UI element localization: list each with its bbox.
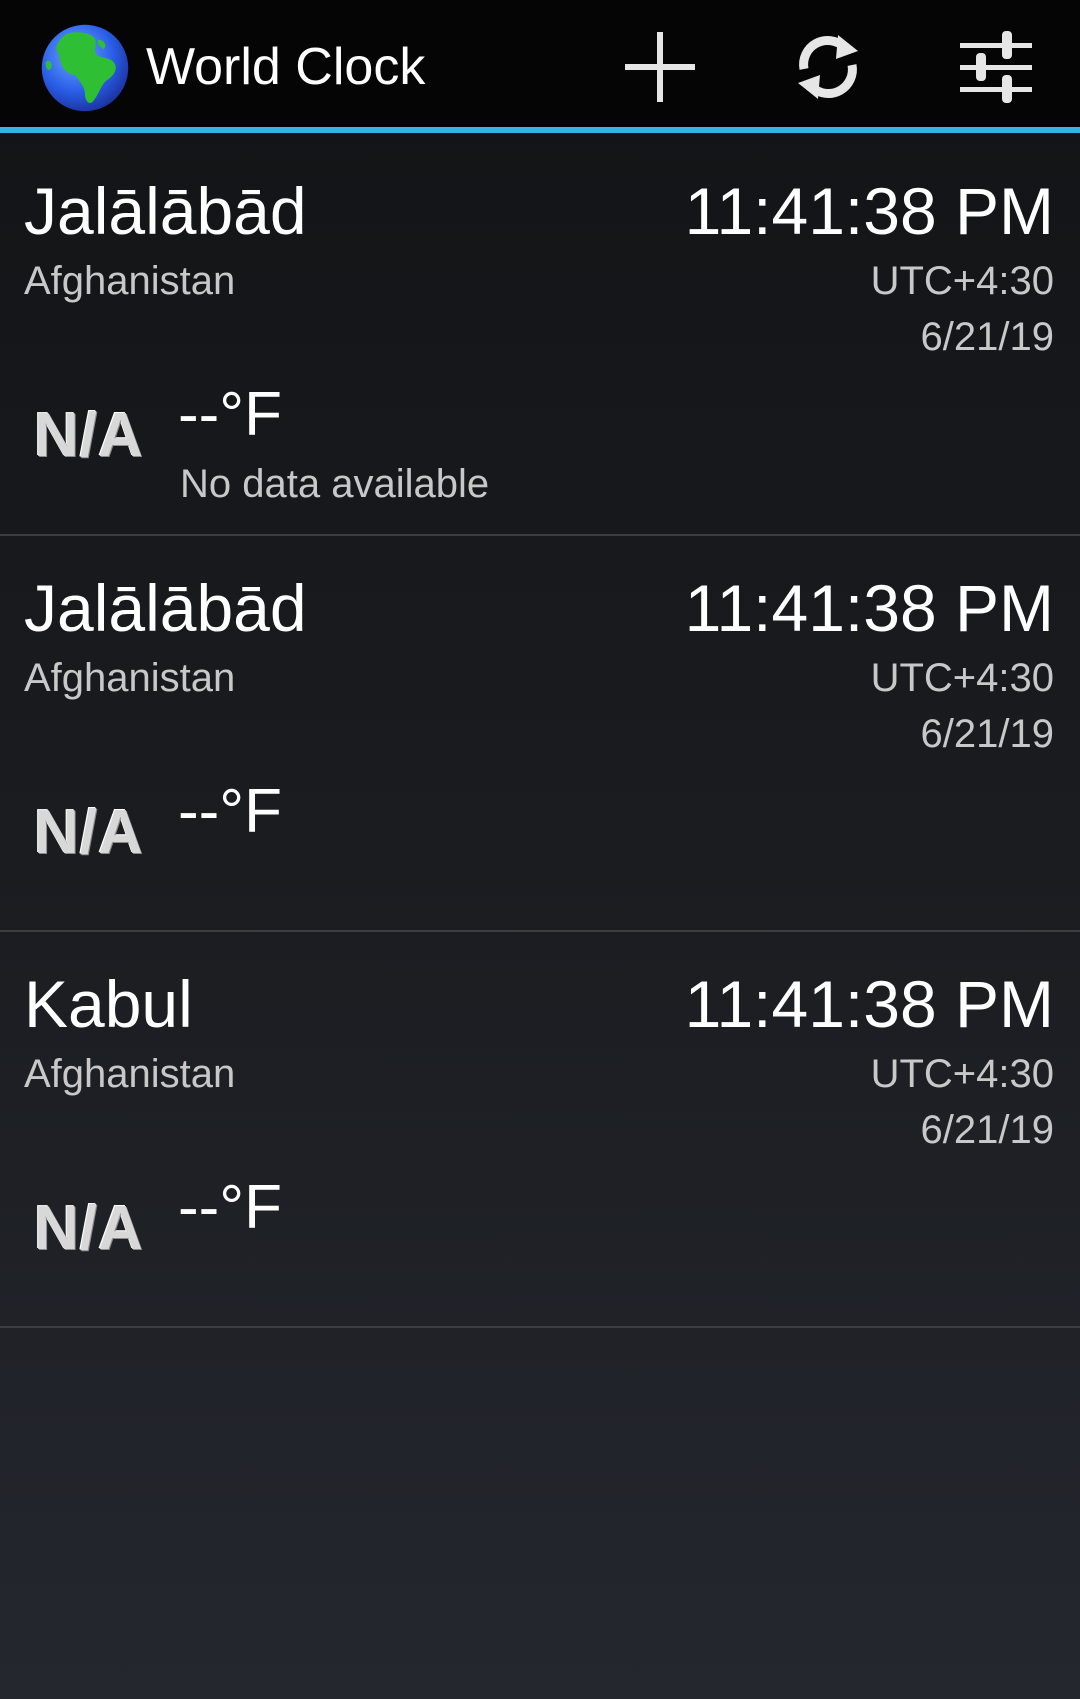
country-name: Afghanistan <box>24 259 236 303</box>
weather-unavailable-icon: N/A <box>34 401 144 470</box>
city-name: Jalālābād <box>24 571 307 645</box>
country-name: Afghanistan <box>24 1052 236 1096</box>
utc-offset: UTC+4:30 <box>870 656 1054 700</box>
clock-time: 11:41:38 PM <box>684 967 1054 1041</box>
clock-row[interactable]: Kabul Afghanistan 11:41:38 PM UTC+4:30 6… <box>0 932 1080 1328</box>
refresh-button[interactable] <box>780 22 876 112</box>
clock-row[interactable]: Jalālābād Afghanistan 11:41:38 PM UTC+4:… <box>0 139 1080 536</box>
temperature: --°F <box>178 777 282 846</box>
clock-row[interactable]: Jalālābād Afghanistan 11:41:38 PM UTC+4:… <box>0 536 1080 932</box>
utc-offset: UTC+4:30 <box>870 1052 1054 1096</box>
clock-list: Jalālābād Afghanistan 11:41:38 PM UTC+4:… <box>0 139 1080 1328</box>
city-name: Kabul <box>24 967 193 1041</box>
weather-condition: No data available <box>180 462 490 506</box>
refresh-icon <box>798 35 858 99</box>
globe-icon[interactable] <box>38 21 132 115</box>
clock-time: 11:41:38 PM <box>684 174 1054 248</box>
weather-unavailable-icon: N/A <box>34 798 144 867</box>
city-name: Jalālābād <box>24 174 307 248</box>
app-title: World Clock <box>146 38 426 96</box>
action-bar: World Clock <box>0 0 1080 133</box>
settings-button[interactable] <box>948 22 1044 112</box>
country-name: Afghanistan <box>24 656 236 700</box>
add-button[interactable] <box>612 22 708 112</box>
temperature: --°F <box>178 1173 282 1242</box>
clock-time: 11:41:38 PM <box>684 571 1054 645</box>
plus-icon <box>625 32 695 102</box>
clock-date: 6/21/19 <box>920 712 1054 756</box>
sliders-icon <box>960 31 1032 103</box>
utc-offset: UTC+4:30 <box>870 259 1054 303</box>
temperature: --°F <box>178 380 282 449</box>
clock-date: 6/21/19 <box>920 315 1054 359</box>
weather-unavailable-icon: N/A <box>34 1194 144 1263</box>
clock-date: 6/21/19 <box>920 1108 1054 1152</box>
